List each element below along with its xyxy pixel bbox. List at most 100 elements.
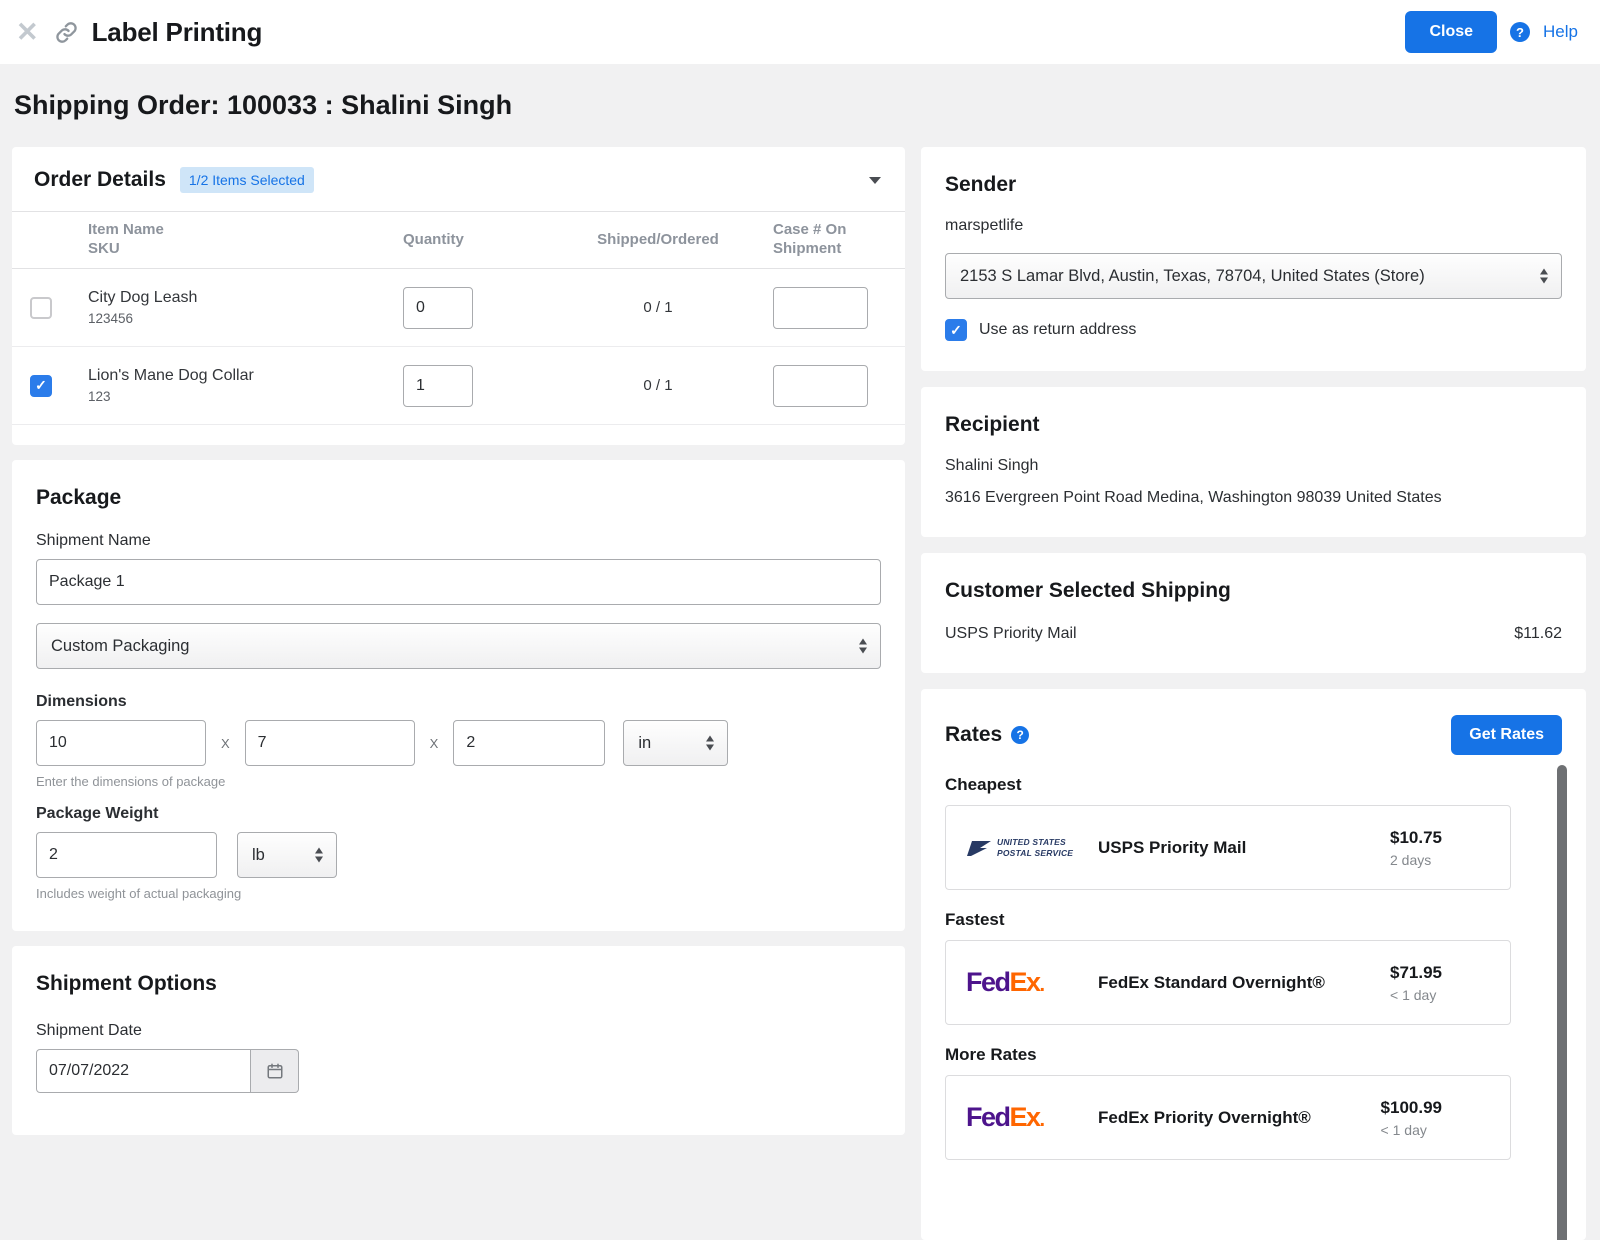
rate-time: < 1 day [1390,987,1442,1003]
weight-help-text: Includes weight of actual packaging [36,886,881,901]
select-arrows-icon [706,736,714,751]
select-arrows-icon [859,639,867,654]
order-table-header: Item Name SKU Quantity Shipped/Ordered C… [12,211,905,269]
column-quantity: Quantity [403,231,543,250]
rate-price: $10.75 [1390,828,1442,848]
rate-group-label: More Rates [945,1045,1562,1065]
rate-option-fedex-priority-overnight[interactable]: FedEx. FedEx Priority Overnight® $100.99… [945,1075,1511,1160]
quantity-input[interactable] [403,287,473,329]
packaging-select[interactable]: Custom Packaging [36,623,881,669]
case-number-input[interactable] [773,287,868,329]
customer-shipping-method: USPS Priority Mail [945,625,1077,643]
rate-time: < 1 day [1381,1122,1442,1138]
rates-help-icon[interactable]: ? [1011,726,1029,744]
shipped-ordered-value: 0 / 1 [643,299,672,316]
column-item-name: Item Name [88,221,403,240]
select-arrows-icon [315,848,323,863]
recipient-card: Recipient Shalini Singh 3616 Evergreen P… [921,387,1586,537]
dimension-length-input[interactable] [36,720,206,766]
recipient-name: Shalini Singh [945,457,1562,475]
fedex-logo: FedEx. [966,1102,1044,1133]
return-address-label: Use as return address [979,321,1136,339]
item-sku: 123456 [88,311,403,326]
item-checkbox[interactable] [30,297,52,319]
rate-option-fedex-standard-overnight[interactable]: FedEx. FedEx Standard Overnight® $71.95 … [945,940,1511,1025]
item-sku: 123 [88,389,403,404]
help-link[interactable]: Help [1543,22,1578,42]
table-row: ✓ Lion's Mane Dog Collar 123 0 / 1 [12,347,905,425]
item-checkbox[interactable]: ✓ [30,375,52,397]
case-number-input[interactable] [773,365,868,407]
item-name: Lion's Mane Dog Collar [88,367,403,385]
dimension-unit-select[interactable]: in [623,720,728,766]
sender-address-select[interactable]: 2153 S Lamar Blvd, Austin, Texas, 78704,… [945,253,1562,299]
weight-unit-value: lb [252,846,265,865]
shipment-name-input[interactable] [36,559,881,605]
calendar-icon [266,1062,284,1080]
close-button[interactable]: Close [1405,11,1497,53]
packaging-select-value: Custom Packaging [51,637,190,656]
customer-shipping-title: Customer Selected Shipping [945,579,1562,603]
items-selected-badge: 1/2 Items Selected [180,167,314,193]
main-content: Shipping Order: 100033 : Shalini Singh O… [0,90,1600,1240]
fedex-logo: FedEx. [966,967,1044,998]
get-rates-button[interactable]: Get Rates [1451,715,1562,755]
rates-card: Rates ? Get Rates Cheapest UN [921,689,1586,1240]
rate-name: USPS Priority Mail [1098,838,1246,858]
dimension-unit-value: in [638,734,651,753]
dimensions-label: Dimensions [36,693,881,711]
shipment-options-card: Shipment Options Shipment Date [12,946,905,1135]
customer-shipping-price: $11.62 [1514,625,1562,643]
rates-scrollbar[interactable] [1557,765,1567,1240]
recipient-title: Recipient [945,413,1562,437]
rates-title: Rates [945,723,1002,747]
item-name: City Dog Leash [88,289,403,307]
rate-price: $100.99 [1381,1098,1442,1118]
recipient-address: 3616 Evergreen Point Road Medina, Washin… [945,489,1562,507]
app-title: Label Printing [92,17,263,48]
sender-title: Sender [945,173,1562,197]
shipment-name-label: Shipment Name [36,532,881,550]
package-title: Package [36,486,881,510]
usps-eagle-icon [966,839,992,857]
return-address-checkbox[interactable]: ✓ [945,319,967,341]
calendar-button[interactable] [251,1049,299,1093]
rate-time: 2 days [1390,852,1442,868]
rate-name: FedEx Standard Overnight® [1098,973,1325,993]
dimensions-help-text: Enter the dimensions of package [36,774,881,789]
weight-input[interactable] [36,832,217,878]
dimension-width-input[interactable] [245,720,415,766]
dimension-separator: X [430,736,439,751]
package-weight-label: Package Weight [36,805,881,823]
column-case-number: Case # On Shipment [773,221,881,259]
quantity-input[interactable] [403,365,473,407]
usps-logo: UNITED STATES POSTAL SERVICE [966,837,1073,858]
chevron-down-icon[interactable] [869,177,881,184]
link-icon[interactable] [54,20,79,45]
rate-option-usps-priority[interactable]: UNITED STATES POSTAL SERVICE USPS Priori… [945,805,1511,890]
close-icon[interactable]: ✕ [16,19,39,46]
table-row: City Dog Leash 123456 0 / 1 [12,269,905,347]
weight-unit-select[interactable]: lb [237,832,337,878]
shipping-order-heading: Shipping Order: 100033 : Shalini Singh [14,90,1586,121]
rate-group-label: Cheapest [945,775,1562,795]
shipment-options-title: Shipment Options [36,972,881,996]
rate-name: FedEx Priority Overnight® [1098,1108,1311,1128]
shipped-ordered-value: 0 / 1 [643,377,672,394]
rate-group-label: Fastest [945,910,1562,930]
sender-address-value: 2153 S Lamar Blvd, Austin, Texas, 78704,… [960,267,1425,286]
dimension-separator: X [221,736,230,751]
order-details-card: Order Details 1/2 Items Selected Item Na… [12,147,905,445]
sender-card: Sender marspetlife 2153 S Lamar Blvd, Au… [921,147,1586,371]
shipment-date-input[interactable] [36,1049,251,1093]
help-icon[interactable]: ? [1510,22,1530,42]
column-sku: SKU [88,240,403,259]
column-shipped-ordered: Shipped/Ordered [543,231,773,250]
select-arrows-icon [1540,269,1548,284]
order-details-title: Order Details [34,168,166,192]
shipment-date-label: Shipment Date [36,1022,881,1040]
customer-shipping-card: Customer Selected Shipping USPS Priority… [921,553,1586,673]
sender-account: marspetlife [945,217,1562,235]
dimension-height-input[interactable] [453,720,605,766]
package-card: Package Shipment Name Custom Packaging D… [12,460,905,931]
